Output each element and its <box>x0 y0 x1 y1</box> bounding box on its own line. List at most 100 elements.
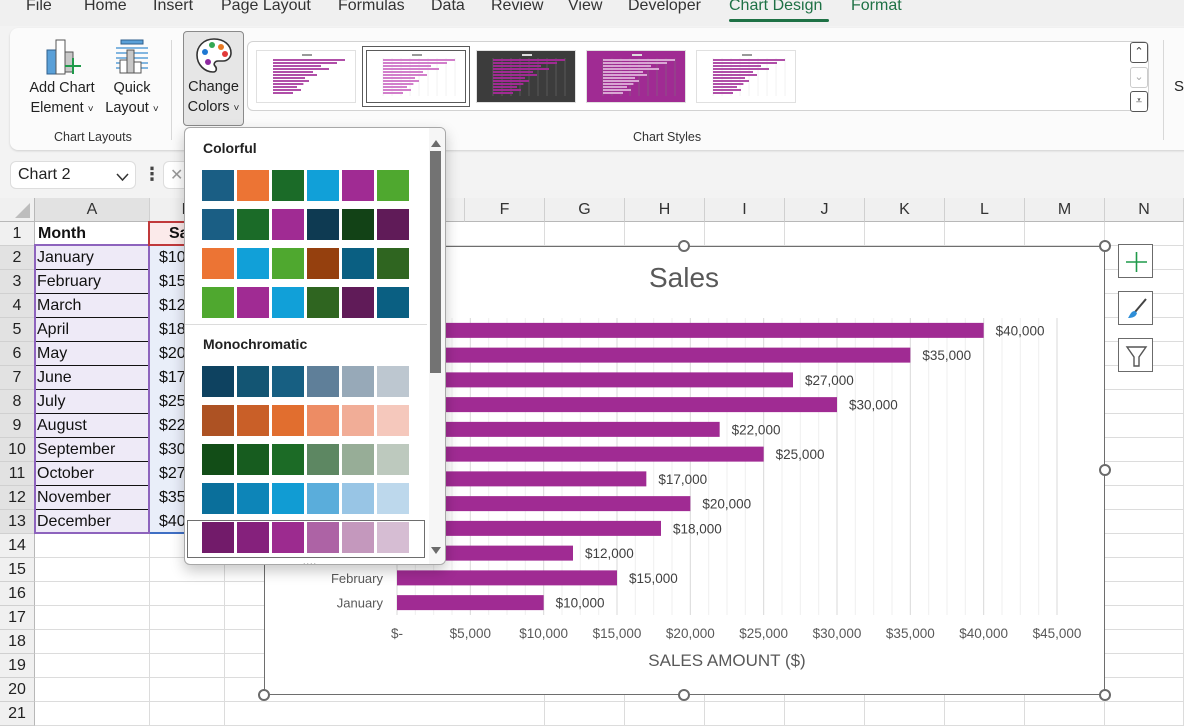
color-swatch[interactable] <box>342 287 374 318</box>
color-swatch[interactable] <box>202 170 234 201</box>
color-swatch[interactable] <box>377 444 409 475</box>
color-swatch[interactable] <box>237 170 269 201</box>
row-header-4[interactable]: 4 <box>0 294 35 318</box>
column-header-j[interactable]: J <box>785 198 865 222</box>
column-header-h[interactable]: H <box>625 198 705 222</box>
color-swatch[interactable] <box>237 444 269 475</box>
scroll-up-arrow-icon[interactable] <box>430 135 442 153</box>
tab-format[interactable]: Format <box>851 0 902 15</box>
color-swatch[interactable] <box>272 248 304 279</box>
tab-insert[interactable]: Insert <box>153 0 193 15</box>
row-header-14[interactable]: 14 <box>0 534 35 558</box>
color-swatch[interactable] <box>342 366 374 397</box>
color-swatch[interactable] <box>307 209 339 240</box>
chart-resize-handle[interactable] <box>678 240 690 252</box>
color-swatch[interactable] <box>272 170 304 201</box>
color-swatch[interactable] <box>237 209 269 240</box>
chart-filters-button[interactable] <box>1118 338 1153 372</box>
row-header-7[interactable]: 7 <box>0 366 35 390</box>
row-header-6[interactable]: 6 <box>0 342 35 366</box>
chart-resize-handle[interactable] <box>258 689 270 701</box>
row-header-13[interactable]: 13 <box>0 510 35 534</box>
quick-layout-button[interactable]: Quick Layout ˅ <box>100 34 164 119</box>
color-swatch[interactable] <box>237 405 269 436</box>
row-header-12[interactable]: 12 <box>0 486 35 510</box>
color-swatch[interactable] <box>272 444 304 475</box>
color-swatch[interactable] <box>342 405 374 436</box>
color-swatch[interactable] <box>237 287 269 318</box>
column-header-l[interactable]: L <box>945 198 1025 222</box>
scroll-down-arrow-icon[interactable] <box>430 542 442 560</box>
color-swatch[interactable] <box>307 405 339 436</box>
column-header-i[interactable]: I <box>705 198 785 222</box>
color-swatch[interactable] <box>202 366 234 397</box>
color-swatch[interactable] <box>202 405 234 436</box>
cell-a1[interactable]: Month <box>38 222 148 246</box>
cell-sales[interactable]: $25 <box>159 390 185 414</box>
cell-sales[interactable]: $17 <box>159 366 185 390</box>
color-swatch[interactable] <box>377 248 409 279</box>
cell-sales[interactable]: $15 <box>159 270 185 294</box>
color-swatch[interactable] <box>237 366 269 397</box>
color-swatch[interactable] <box>202 287 234 318</box>
chart-style-thumbnail[interactable] <box>696 50 796 103</box>
row-header-10[interactable]: 10 <box>0 438 35 462</box>
color-swatch[interactable] <box>377 287 409 318</box>
row-header-1[interactable]: 1 <box>0 222 35 246</box>
row-header-2[interactable]: 2 <box>0 246 35 270</box>
cell-sales[interactable]: $35 <box>159 486 185 510</box>
chart-style-thumbnail[interactable] <box>256 50 356 103</box>
dropdown-scroll-thumb[interactable] <box>430 151 441 373</box>
color-swatch[interactable] <box>202 248 234 279</box>
tab-view[interactable]: View <box>568 0 602 15</box>
color-swatch[interactable] <box>307 444 339 475</box>
color-swatch[interactable] <box>307 170 339 201</box>
gallery-more-button[interactable]: ⩡ <box>1130 91 1148 112</box>
color-swatch[interactable] <box>202 444 234 475</box>
tab-data[interactable]: Data <box>431 0 465 15</box>
color-swatch[interactable] <box>307 287 339 318</box>
column-header-g[interactable]: G <box>545 198 625 222</box>
row-header-20[interactable]: 20 <box>0 678 35 702</box>
change-colors-button[interactable]: Change Colors ˅ <box>183 31 244 126</box>
color-swatch[interactable] <box>237 248 269 279</box>
chart-resize-handle[interactable] <box>1099 240 1111 252</box>
row-header-16[interactable]: 16 <box>0 582 35 606</box>
select-all-corner[interactable] <box>0 198 35 222</box>
cell-sales[interactable]: $12 <box>159 294 185 318</box>
color-swatch[interactable] <box>342 209 374 240</box>
tab-page-layout[interactable]: Page Layout <box>221 0 311 15</box>
color-swatch[interactable] <box>272 483 304 514</box>
color-swatch[interactable] <box>202 483 234 514</box>
name-box[interactable]: Chart 2 <box>10 161 136 189</box>
color-swatch[interactable] <box>342 483 374 514</box>
row-header-15[interactable]: 15 <box>0 558 35 582</box>
cell-sales[interactable]: $18 <box>159 318 185 342</box>
chart-resize-handle[interactable] <box>1099 689 1111 701</box>
cell-sales[interactable]: $10 <box>159 246 185 270</box>
cell-sales[interactable]: $27 <box>159 462 185 486</box>
tab-review[interactable]: Review <box>491 0 543 15</box>
column-header-n[interactable]: N <box>1105 198 1184 222</box>
chart-style-thumbnail[interactable] <box>362 46 470 107</box>
color-swatch[interactable] <box>377 405 409 436</box>
gallery-scroll-up-button[interactable]: ⌃ <box>1130 42 1148 63</box>
tab-developer[interactable]: Developer <box>628 0 701 15</box>
column-header-a[interactable]: A <box>35 198 150 222</box>
row-header-21[interactable]: 21 <box>0 702 35 726</box>
tab-file[interactable]: File <box>26 0 52 15</box>
row-header-18[interactable]: 18 <box>0 630 35 654</box>
row-header-19[interactable]: 19 <box>0 654 35 678</box>
color-swatch[interactable] <box>377 209 409 240</box>
cell-sales[interactable]: $22 <box>159 414 185 438</box>
gallery-scroll-down-button[interactable]: ⌄ <box>1130 67 1148 88</box>
color-swatch[interactable] <box>342 248 374 279</box>
color-swatch[interactable] <box>377 366 409 397</box>
cell-sales[interactable]: $30 <box>159 438 185 462</box>
column-header-k[interactable]: K <box>865 198 945 222</box>
color-swatch[interactable] <box>307 483 339 514</box>
color-swatch[interactable] <box>272 405 304 436</box>
column-header-m[interactable]: M <box>1025 198 1105 222</box>
color-swatch[interactable] <box>202 209 234 240</box>
row-header-8[interactable]: 8 <box>0 390 35 414</box>
